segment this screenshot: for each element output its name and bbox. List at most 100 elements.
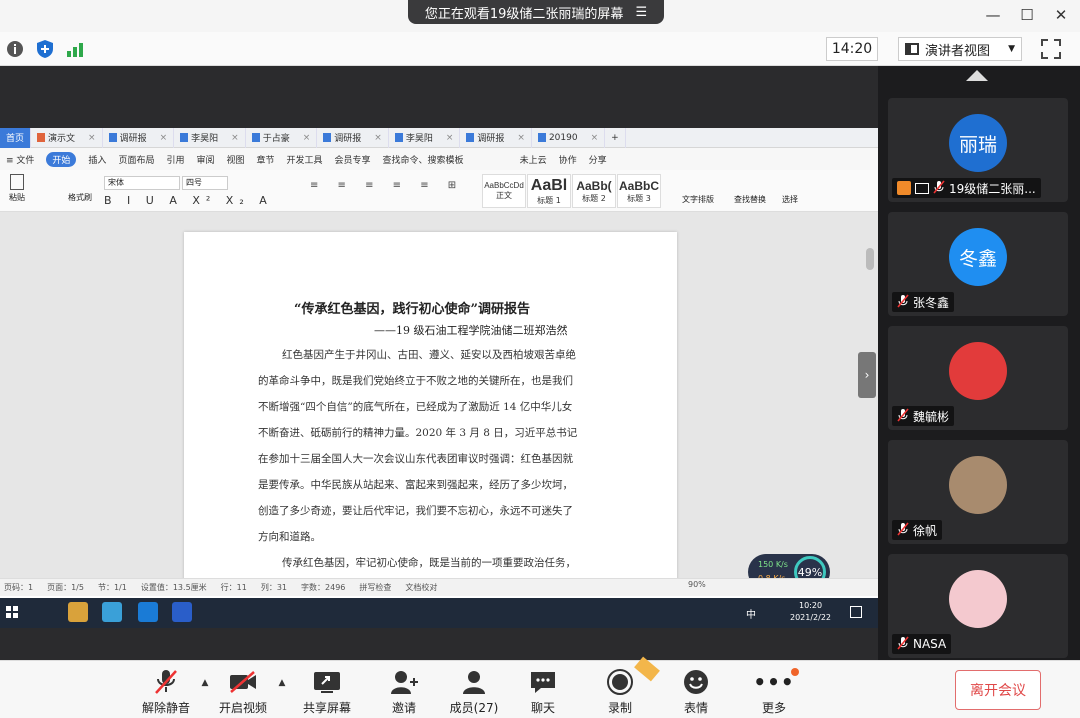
wps-menu-item[interactable]: 章节	[257, 153, 275, 166]
wps-menu-item[interactable]: 协作	[559, 153, 577, 166]
tab-close-icon[interactable]: ×	[591, 133, 599, 143]
start-video-button[interactable]: 开启视频	[208, 664, 278, 716]
taskbar-app-icon[interactable]	[102, 602, 122, 622]
tab-close-icon[interactable]: ×	[231, 133, 239, 143]
document-scrollbar[interactable]	[866, 248, 874, 270]
participant-tile[interactable]: NASA	[888, 554, 1068, 658]
leave-meeting-button[interactable]: 离开会议	[955, 670, 1041, 710]
zoom-level[interactable]: 90%	[688, 580, 706, 589]
font-size-select[interactable]: 四号	[182, 176, 228, 190]
wps-document-tab[interactable]: 演示文 ×	[31, 128, 103, 148]
style-label: 标题 2	[582, 193, 606, 203]
more-dots-icon: •••	[753, 670, 795, 694]
video-options-caret-icon[interactable]: ▲	[275, 676, 289, 690]
security-shield-icon[interactable]	[34, 38, 56, 60]
font-name-select[interactable]: 宋体	[104, 176, 180, 190]
wps-menu-item[interactable]: 分享	[589, 153, 607, 166]
tab-close-icon[interactable]: ×	[446, 133, 454, 143]
status-bar-item[interactable]: 文档校对	[405, 582, 437, 593]
tab-close-icon[interactable]: ×	[303, 133, 311, 143]
unmute-button[interactable]: 解除静音	[131, 664, 201, 716]
tencent-meeting-icon[interactable]	[138, 602, 158, 622]
tab-close-icon[interactable]: ×	[374, 133, 382, 143]
select-button[interactable]: 选择	[782, 194, 798, 205]
wps-menu-item[interactable]: 插入	[88, 153, 106, 166]
participant-avatar: 冬鑫	[949, 228, 1007, 286]
font-format-buttons[interactable]: B I U A X² X₂ A	[104, 194, 273, 207]
wps-document-tab[interactable]: 调研报 ×	[317, 128, 389, 148]
file-explorer-icon[interactable]	[68, 602, 88, 622]
text-layout-button[interactable]: 文字排版	[682, 194, 714, 205]
wps-menu-item[interactable]: 查找命令、搜索模板	[383, 153, 464, 166]
document-page[interactable]: “传承红色基因，践行初心使命”调研报告 ——19 级石油工程学院油储二班郑浩然 …	[184, 232, 677, 582]
participant-tile[interactable]: 徐帆	[888, 440, 1068, 544]
notification-icon[interactable]	[850, 606, 862, 618]
wps-menu-item[interactable]: 会员专享	[335, 153, 371, 166]
wps-writer-icon[interactable]	[172, 602, 192, 622]
invite-button[interactable]: 邀请	[369, 664, 439, 716]
wps-tab-label: 调研报	[334, 134, 362, 144]
windows-start-icon[interactable]	[6, 606, 18, 618]
format-painter-button[interactable]: 格式刷	[68, 192, 92, 203]
wps-tab-label: 20190	[548, 132, 578, 143]
paste-button[interactable]: 粘贴	[6, 174, 28, 204]
wps-menu-item[interactable]: 开始	[46, 151, 77, 167]
wps-document-tab[interactable]: 李昊阳 ×	[389, 128, 461, 148]
fullscreen-icon[interactable]	[1040, 38, 1062, 60]
share-screen-icon	[312, 668, 342, 696]
info-icon[interactable]	[4, 38, 26, 60]
participant-tile[interactable]: 丽瑞 19级储二张丽...	[888, 98, 1068, 202]
tab-close-icon[interactable]: ×	[88, 133, 96, 143]
scroll-up-arrow-icon[interactable]	[966, 70, 988, 81]
style-gallery-item[interactable]: AaBbCcDd 正文	[482, 174, 526, 208]
wps-document-tab[interactable]: 首页	[0, 128, 32, 148]
microphone-muted-icon	[897, 293, 909, 311]
microphone-muted-icon	[933, 179, 945, 197]
members-button[interactable]: 成员(27)	[439, 664, 509, 716]
screen-share-banner[interactable]: 您正在观看19级储二张丽瑞的屏幕 ☰	[408, 0, 664, 24]
maximize-button[interactable]: ☐	[1014, 4, 1040, 26]
upload-speed: 150 K/s	[758, 560, 788, 569]
wps-document-tab[interactable]: 调研报 ×	[460, 128, 532, 148]
wps-menu-item[interactable]: 审阅	[196, 153, 214, 166]
wps-document-tab[interactable]: +	[605, 128, 626, 148]
wps-menu-item[interactable]: 页面布局	[118, 153, 154, 166]
paragraph-format-buttons[interactable]: ≡ ≡ ≡ ≡ ≡ ⊞	[310, 180, 464, 191]
participant-avatar	[949, 456, 1007, 514]
tab-close-icon[interactable]: ×	[160, 133, 168, 143]
participant-tile[interactable]: 冬鑫 张冬鑫	[888, 212, 1068, 316]
tab-close-icon[interactable]: ×	[517, 133, 525, 143]
signal-strength-icon[interactable]	[64, 38, 86, 60]
chat-button[interactable]: 聊天	[508, 664, 578, 716]
wps-document-tab[interactable]: 20190 ×	[532, 128, 606, 148]
banner-menu-icon[interactable]: ☰	[635, 5, 647, 20]
wps-document-tab[interactable]: 李昊阳 ×	[174, 128, 246, 148]
find-replace-button[interactable]: 查找替换	[734, 194, 766, 205]
wps-menu-item[interactable]: ≡ 文件	[6, 153, 34, 166]
document-file-icon	[537, 133, 546, 142]
reactions-button[interactable]: 表情	[661, 664, 731, 716]
side-panel-toggle[interactable]: ›	[858, 352, 876, 398]
style-gallery-item[interactable]: AaBl 标题 1	[527, 174, 571, 208]
style-gallery-item[interactable]: AaBb(标题 2	[572, 174, 616, 208]
participant-tile[interactable]: 魏毓彬	[888, 326, 1068, 430]
wps-document-tab[interactable]: 于占豪 ×	[246, 128, 318, 148]
wps-document-tab[interactable]: 调研报 ×	[103, 128, 175, 148]
style-label: 标题 1	[537, 195, 561, 205]
wps-menu-item[interactable]: 引用	[166, 153, 184, 166]
share-screen-button[interactable]: 共享屏幕	[292, 664, 362, 716]
wps-tab-bar: 首页 演示文 × 调研报 × 李昊阳 × 于占豪 × 调研报 × 李昊阳 × 调研报 × 20190 × +	[0, 128, 878, 148]
clipboard-icon	[10, 174, 24, 190]
microphone-muted-icon	[897, 635, 909, 653]
status-bar-item[interactable]: 拼写检查	[359, 582, 391, 593]
close-button[interactable]: ✕	[1048, 4, 1074, 26]
document-paragraph-line: 是要传承。中华民族从站起来、富起来到强起来，经历了多少坎坷，	[258, 479, 573, 491]
style-gallery-item[interactable]: AaBbC 标题 3	[617, 174, 661, 208]
wps-menu-item[interactable]: 开发工具	[287, 153, 323, 166]
wps-menu-item[interactable]: 视图	[226, 153, 244, 166]
view-mode-select[interactable]: 演讲者视图 ▼	[898, 37, 1022, 61]
view-mode-label: 演讲者视图	[925, 43, 991, 59]
wps-menu-item[interactable]: 未上云	[520, 153, 547, 166]
minimize-button[interactable]: —	[980, 4, 1006, 26]
input-language[interactable]: 中	[746, 606, 756, 621]
